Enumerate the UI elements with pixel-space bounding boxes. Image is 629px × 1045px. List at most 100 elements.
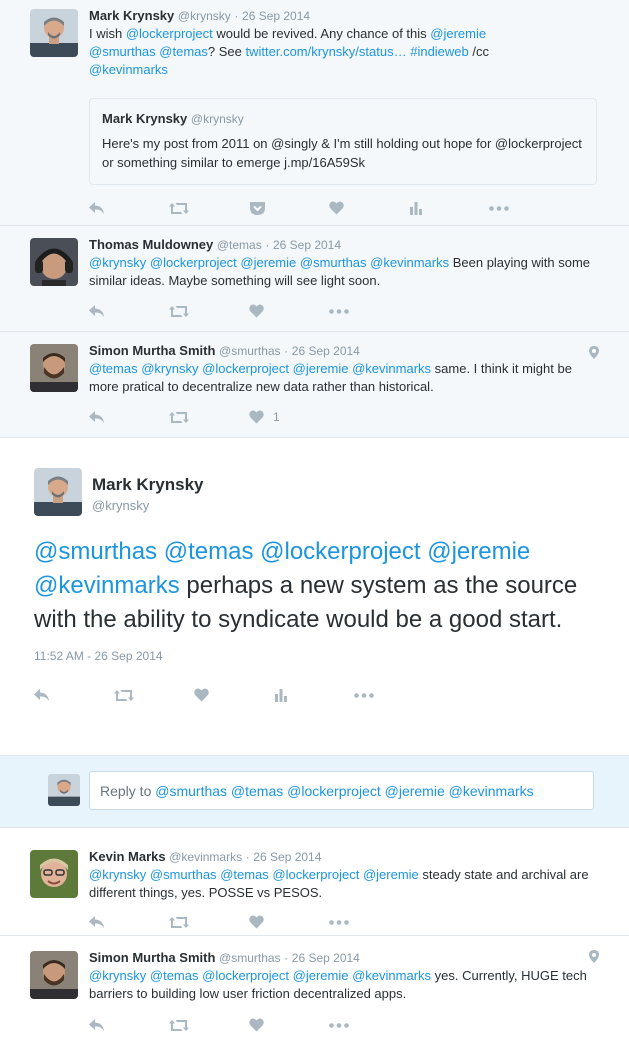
reply-button[interactable]	[89, 915, 169, 929]
mention-link[interactable]: @temas	[159, 44, 208, 59]
separator: ·	[284, 951, 289, 965]
reply-button[interactable]	[89, 410, 169, 424]
author-handle[interactable]: @kevinmarks	[169, 850, 242, 864]
retweet-button[interactable]	[169, 305, 249, 318]
more-button[interactable]	[329, 919, 409, 925]
author-name[interactable]: Simon Murtha Smith	[89, 950, 215, 965]
avatar[interactable]	[30, 850, 78, 898]
like-button[interactable]	[194, 688, 274, 702]
analytics-icon	[275, 688, 287, 702]
mention-link[interactable]: @temas	[220, 867, 269, 882]
mention-link[interactable]: @krynsky	[89, 867, 146, 882]
mention-link[interactable]: @jeremie	[363, 867, 419, 882]
like-button[interactable]: 1	[249, 410, 329, 424]
author-name[interactable]: Kevin Marks	[89, 849, 166, 864]
mention-link[interactable]: @jeremie	[293, 968, 349, 983]
more-button[interactable]	[329, 308, 409, 314]
reply-button[interactable]	[89, 201, 169, 215]
author-handle[interactable]: @smurthas	[219, 951, 281, 965]
author-handle[interactable]: @krynsky	[92, 498, 599, 513]
mention-link[interactable]: @jeremie	[427, 538, 530, 565]
author-name[interactable]: Simon Murtha Smith	[89, 343, 215, 358]
mention-link[interactable]: @lockerproject	[272, 867, 359, 882]
avatar[interactable]	[30, 9, 78, 57]
more-button[interactable]	[329, 1022, 409, 1028]
avatar[interactable]	[30, 238, 78, 286]
mention-link[interactable]: @jeremie	[293, 361, 349, 376]
mention-link[interactable]: @smurthas	[300, 255, 367, 270]
mention-link[interactable]: @krynsky	[141, 361, 198, 376]
tweet-header: Kevin Marks @kevinmarks · 26 Sep 2014	[89, 848, 599, 866]
like-button[interactable]	[249, 915, 329, 929]
reply-button[interactable]	[89, 304, 169, 318]
like-icon	[329, 201, 344, 215]
mention-link[interactable]: @jeremie	[430, 26, 486, 41]
tweet-item[interactable]: Mark Krynsky @krynsky · 26 Sep 2014 I wi…	[0, 0, 629, 226]
mention-link[interactable]: @kevinmarks	[352, 361, 431, 376]
author-handle[interactable]: @krynsky	[178, 9, 231, 23]
reply-icon	[89, 201, 104, 214]
author-name[interactable]: Mark Krynsky	[89, 8, 174, 23]
author-name[interactable]: Mark Krynsky	[92, 475, 599, 495]
like-button[interactable]	[329, 201, 409, 215]
mention-link[interactable]: @smurthas	[34, 538, 157, 565]
mention-link[interactable]: @lockerproject	[202, 361, 289, 376]
separator: ·	[265, 238, 270, 252]
author-name[interactable]: Thomas Muldowney	[89, 237, 213, 252]
mention-link[interactable]: @smurthas	[150, 867, 217, 882]
mention-link[interactable]: @jeremie	[240, 255, 296, 270]
mention-link[interactable]: @lockerproject	[202, 968, 289, 983]
tweet-date[interactable]: 26 Sep 2014	[292, 951, 360, 965]
mention-link[interactable]: @kevinmarks	[352, 968, 431, 983]
retweet-button[interactable]	[169, 1019, 249, 1032]
author-handle[interactable]: @temas	[217, 238, 262, 252]
analytics-button[interactable]	[409, 201, 489, 215]
tweet-timestamp[interactable]: 11:52 AM - 26 Sep 2014	[34, 649, 599, 663]
more-button[interactable]	[489, 205, 569, 211]
retweet-button[interactable]	[169, 411, 249, 424]
mention-link[interactable]: @kevinmarks	[34, 572, 180, 599]
quote-text: Here's my post from 2011 on @singly & I'…	[102, 136, 582, 170]
mention-link[interactable]: @temas	[89, 361, 138, 376]
hashtag-link[interactable]: #indieweb	[410, 44, 469, 59]
analytics-button[interactable]	[274, 688, 354, 702]
reply-button[interactable]	[34, 688, 114, 702]
location-pin-icon[interactable]	[589, 950, 599, 963]
retweet-button[interactable]	[169, 202, 249, 215]
tweet-item[interactable]: Simon Murtha Smith @smurthas · 26 Sep 20…	[0, 936, 629, 1045]
quoted-tweet[interactable]: Mark Krynsky @krynsky Here's my post fro…	[89, 98, 597, 185]
analytics-icon	[410, 201, 422, 215]
mention-link[interactable]: @kevinmarks	[370, 255, 449, 270]
reply-input[interactable]: Reply to @smurthas @temas @lockerproject…	[89, 771, 594, 810]
mention-link[interactable]: @krynsky	[89, 968, 146, 983]
mention-link[interactable]: @temas	[150, 968, 199, 983]
tweet-date[interactable]: 26 Sep 2014	[242, 9, 310, 23]
mention-link[interactable]: @krynsky	[89, 255, 146, 270]
retweet-icon	[169, 411, 189, 423]
pocket-button[interactable]	[249, 201, 329, 216]
mention-link[interactable]: @lockerproject	[126, 26, 213, 41]
avatar[interactable]	[34, 468, 82, 516]
tweet-item[interactable]: Simon Murtha Smith @smurthas · 26 Sep 20…	[0, 332, 629, 438]
mention-link[interactable]: @smurthas	[89, 44, 156, 59]
tweet-item[interactable]: Thomas Muldowney @temas · 26 Sep 2014 @k…	[0, 226, 629, 332]
mention-link[interactable]: @temas	[164, 538, 254, 565]
url-link[interactable]: twitter.com/krynsky/status…	[246, 44, 407, 59]
tweet-date[interactable]: 26 Sep 2014	[273, 238, 341, 252]
author-handle[interactable]: @smurthas	[219, 344, 281, 358]
like-button[interactable]	[249, 304, 329, 318]
avatar[interactable]	[30, 344, 78, 392]
like-button[interactable]	[249, 1018, 329, 1032]
reply-button[interactable]	[89, 1018, 169, 1032]
tweet-item[interactable]: Kevin Marks @kevinmarks · 26 Sep 2014 @k…	[0, 828, 629, 936]
mention-link[interactable]: @lockerproject	[260, 538, 420, 565]
more-button[interactable]	[354, 692, 434, 698]
retweet-button[interactable]	[169, 916, 249, 929]
avatar[interactable]	[30, 951, 78, 999]
mention-link[interactable]: @kevinmarks	[89, 62, 168, 77]
tweet-date[interactable]: 26 Sep 2014	[253, 850, 321, 864]
retweet-button[interactable]	[114, 689, 194, 702]
mention-link[interactable]: @lockerproject	[150, 255, 237, 270]
location-pin-icon[interactable]	[589, 346, 599, 359]
tweet-date[interactable]: 26 Sep 2014	[292, 344, 360, 358]
